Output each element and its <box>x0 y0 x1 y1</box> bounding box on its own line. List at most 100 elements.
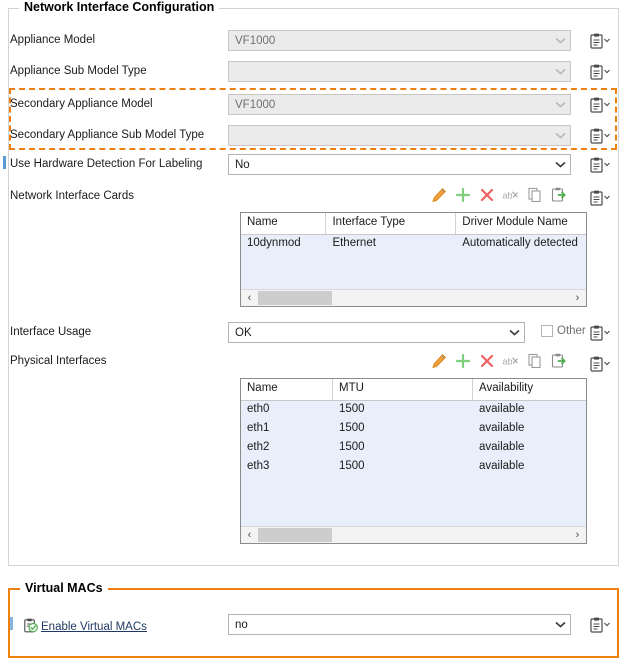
interface-usage-value: OK <box>235 326 252 339</box>
paste-icon[interactable] <box>550 352 567 369</box>
horizontal-scrollbar[interactable]: ‹ › <box>241 526 586 543</box>
enable-virtual-macs-value: no <box>235 618 248 631</box>
cell-name: 10dynmod <box>247 237 301 249</box>
label-network-interface-cards: Network Interface Cards <box>10 190 134 202</box>
table-row[interactable]: 10dynmod Ethernet Automatically detected <box>241 235 586 254</box>
changed-marker <box>10 617 13 630</box>
scroll-right-icon[interactable]: › <box>569 527 586 543</box>
label-appliance-model: Appliance Model <box>10 34 96 46</box>
cell-mtu: 1500 <box>339 403 365 415</box>
clipboard-icon-appliance-sub-model-type[interactable] <box>590 62 614 81</box>
scrollbar-thumb[interactable] <box>258 528 332 542</box>
cell-name: eth2 <box>247 441 270 453</box>
enable-virtual-macs-label[interactable]: Enable Virtual MACs <box>41 621 147 633</box>
row-interface-usage: Interface Usage OK Other <box>0 320 611 348</box>
grid-body: 10dynmod Ethernet Automatically detected <box>241 235 586 254</box>
grid-header-row: Name MTU Availability <box>241 379 586 401</box>
label-interface-usage: Interface Usage <box>10 326 92 338</box>
cell-availability: available <box>479 403 525 415</box>
chevron-down-icon[interactable] <box>551 155 570 174</box>
row-appliance-model: Appliance Model VF1000 <box>0 28 611 56</box>
clipboard-icon-secondary-appliance-model[interactable] <box>590 95 614 114</box>
chevron-down-icon[interactable] <box>551 615 570 634</box>
row-secondary-appliance-sub-model-type: Secondary Appliance Sub Model Type <box>0 123 611 151</box>
column-header: Name <box>241 379 333 400</box>
row-appliance-sub-model-type: Appliance Sub Model Type <box>0 59 611 87</box>
toolbar-physical-interfaces: ab <box>430 352 567 369</box>
label-secondary-appliance-sub-model-type: Secondary Appliance Sub Model Type <box>10 129 205 141</box>
scrollbar-track[interactable] <box>258 527 569 543</box>
clipboard-icon-physical-interfaces[interactable] <box>590 354 614 373</box>
grid-physical-interfaces[interactable]: Name MTU Availability eth0 1500 availabl… <box>240 378 587 544</box>
toolbar-network-interface-cards: ab <box>430 186 567 203</box>
clipboard-icon-appliance-model[interactable] <box>590 31 614 50</box>
column-header: Interface Type <box>326 213 457 234</box>
rename-icon: ab <box>502 352 519 369</box>
scroll-left-icon[interactable]: ‹ <box>241 290 258 306</box>
appliance-sub-model-type-select[interactable] <box>228 61 571 82</box>
cell-driver-module-name: Automatically detected <box>462 237 578 249</box>
chevron-down-icon[interactable] <box>505 323 524 342</box>
cell-name: eth1 <box>247 422 270 434</box>
chevron-down-icon[interactable] <box>551 31 570 50</box>
table-row[interactable]: eth2 1500 available <box>241 439 586 458</box>
other-checkbox[interactable] <box>541 325 553 337</box>
clipboard-icon-use-hardware-detection[interactable] <box>590 155 614 174</box>
edit-icon[interactable] <box>430 186 447 203</box>
clipboard-icon-enable-virtual-macs[interactable] <box>590 615 614 634</box>
delete-icon[interactable] <box>478 352 495 369</box>
use-hardware-detection-select[interactable]: No <box>228 154 571 175</box>
chevron-down-icon[interactable] <box>551 95 570 114</box>
label-physical-interfaces: Physical Interfaces <box>10 355 107 367</box>
edit-icon[interactable] <box>430 352 447 369</box>
scrollbar-thumb[interactable] <box>258 291 332 305</box>
grid-body: eth0 1500 available eth1 1500 available … <box>241 401 586 477</box>
delete-icon[interactable] <box>478 186 495 203</box>
enable-virtual-macs-label-wrap[interactable]: Enable Virtual MACs <box>24 618 147 636</box>
chevron-down-icon[interactable] <box>551 62 570 81</box>
secondary-appliance-model-value: VF1000 <box>235 98 276 111</box>
horizontal-scrollbar[interactable]: ‹ › <box>241 289 586 306</box>
other-checkbox-wrap[interactable]: Other <box>541 325 586 337</box>
appliance-model-select[interactable]: VF1000 <box>228 30 571 51</box>
scroll-right-icon[interactable]: › <box>569 290 586 306</box>
chevron-down-icon[interactable] <box>551 126 570 145</box>
row-enable-virtual-macs: Enable Virtual MACs no <box>0 612 611 640</box>
cell-availability: available <box>479 422 525 434</box>
cell-name: eth3 <box>247 460 270 472</box>
label-secondary-appliance-model: Secondary Appliance Model <box>10 98 153 110</box>
cell-mtu: 1500 <box>339 422 365 434</box>
row-secondary-appliance-model: Secondary Appliance Model VF1000 <box>0 92 611 120</box>
clipboard-icon-interface-usage[interactable] <box>590 323 614 342</box>
table-row[interactable]: eth0 1500 available <box>241 401 586 420</box>
cell-availability: available <box>479 441 525 453</box>
use-hardware-detection-value: No <box>235 158 250 171</box>
secondary-appliance-sub-model-type-select[interactable] <box>228 125 571 146</box>
add-icon[interactable] <box>454 186 471 203</box>
grid-header-row: Name Interface Type Driver Module Name <box>241 213 586 235</box>
appliance-model-value: VF1000 <box>235 34 276 47</box>
label-use-hardware-detection: Use Hardware Detection For Labeling <box>10 158 203 170</box>
label-appliance-sub-model-type: Appliance Sub Model Type <box>10 65 147 77</box>
scroll-left-icon[interactable]: ‹ <box>241 527 258 543</box>
other-checkbox-label: Other <box>557 325 586 337</box>
grid-network-interface-cards[interactable]: Name Interface Type Driver Module Name 1… <box>240 212 587 307</box>
interface-usage-select[interactable]: OK <box>228 322 525 343</box>
scrollbar-track[interactable] <box>258 290 569 306</box>
svg-text:ab: ab <box>503 356 513 366</box>
cell-mtu: 1500 <box>339 441 365 453</box>
panel-title-virtual-macs: Virtual MACs <box>20 581 108 595</box>
cell-interface-type: Ethernet <box>332 237 376 249</box>
add-icon[interactable] <box>454 352 471 369</box>
rename-icon: ab <box>502 186 519 203</box>
clipboard-icon-network-interface-cards[interactable] <box>590 188 614 207</box>
column-header: Driver Module Name <box>462 216 568 228</box>
copy-icon[interactable] <box>526 186 543 203</box>
table-row[interactable]: eth1 1500 available <box>241 420 586 439</box>
enable-virtual-macs-select[interactable]: no <box>228 614 571 635</box>
table-row[interactable]: eth3 1500 available <box>241 458 586 477</box>
paste-icon[interactable] <box>550 186 567 203</box>
secondary-appliance-model-select[interactable]: VF1000 <box>228 94 571 115</box>
copy-icon[interactable] <box>526 352 543 369</box>
clipboard-icon-secondary-appliance-sub-model-type[interactable] <box>590 126 614 145</box>
